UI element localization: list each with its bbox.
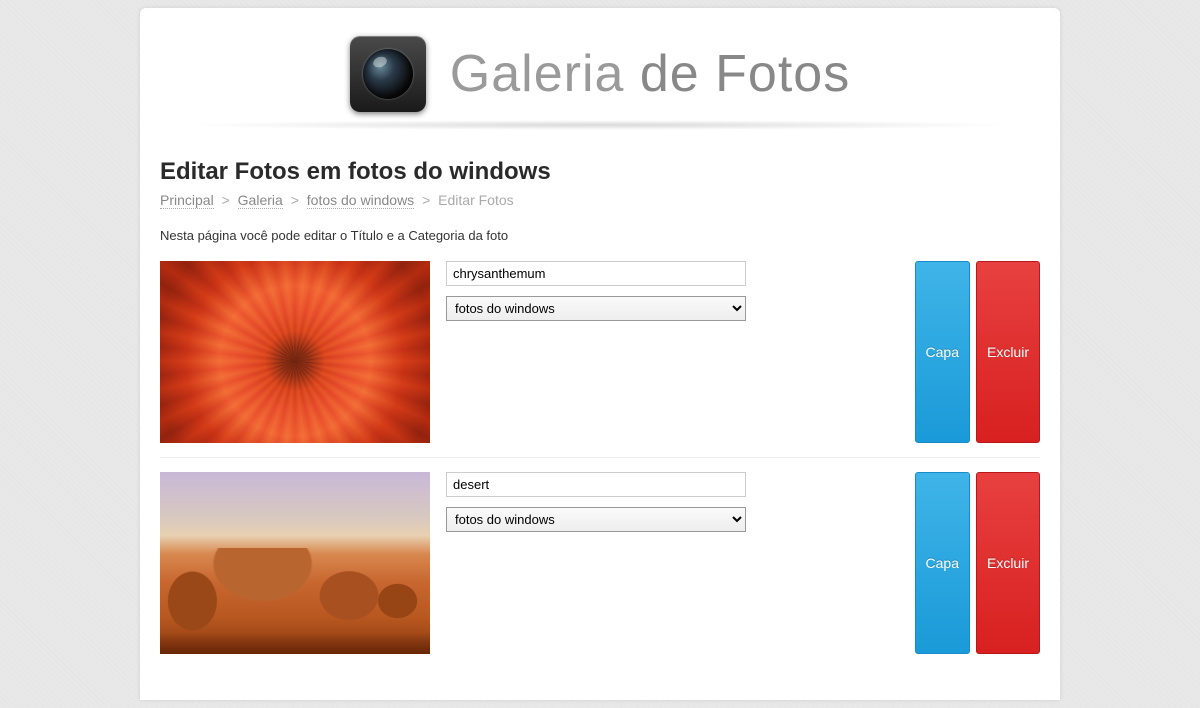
- capa-button[interactable]: Capa: [915, 261, 970, 443]
- camera-icon: [350, 36, 426, 112]
- photo-title-input[interactable]: [446, 261, 746, 286]
- header-divider: [180, 120, 1020, 130]
- capa-button[interactable]: Capa: [915, 472, 970, 654]
- site-title: Galeria de Fotos: [450, 44, 850, 104]
- main-container: Galeria de Fotos Editar Fotos em fotos d…: [140, 8, 1060, 700]
- photo-row: fotos do windows Capa Excluir: [160, 261, 1040, 458]
- breadcrumb-category[interactable]: fotos do windows: [307, 192, 414, 209]
- excluir-button[interactable]: Excluir: [976, 472, 1040, 654]
- content: Editar Fotos em fotos do windows Princip…: [140, 140, 1060, 668]
- breadcrumb-principal[interactable]: Principal: [160, 192, 214, 209]
- page-title: Editar Fotos em fotos do windows: [160, 158, 1040, 186]
- breadcrumb-current: Editar Fotos: [438, 192, 513, 208]
- page-description: Nesta página você pode editar o Título e…: [160, 228, 1040, 243]
- photo-row: fotos do windows Capa Excluir: [160, 472, 1040, 668]
- breadcrumb: Principal > Galeria > fotos do windows >…: [160, 192, 1040, 208]
- header: Galeria de Fotos: [140, 8, 1060, 140]
- photo-thumbnail[interactable]: [160, 261, 430, 443]
- excluir-button[interactable]: Excluir: [976, 261, 1040, 443]
- photo-thumbnail[interactable]: [160, 472, 430, 654]
- photo-title-input[interactable]: [446, 472, 746, 497]
- breadcrumb-galeria[interactable]: Galeria: [238, 192, 283, 209]
- photo-category-select[interactable]: fotos do windows: [446, 507, 746, 532]
- photo-category-select[interactable]: fotos do windows: [446, 296, 746, 321]
